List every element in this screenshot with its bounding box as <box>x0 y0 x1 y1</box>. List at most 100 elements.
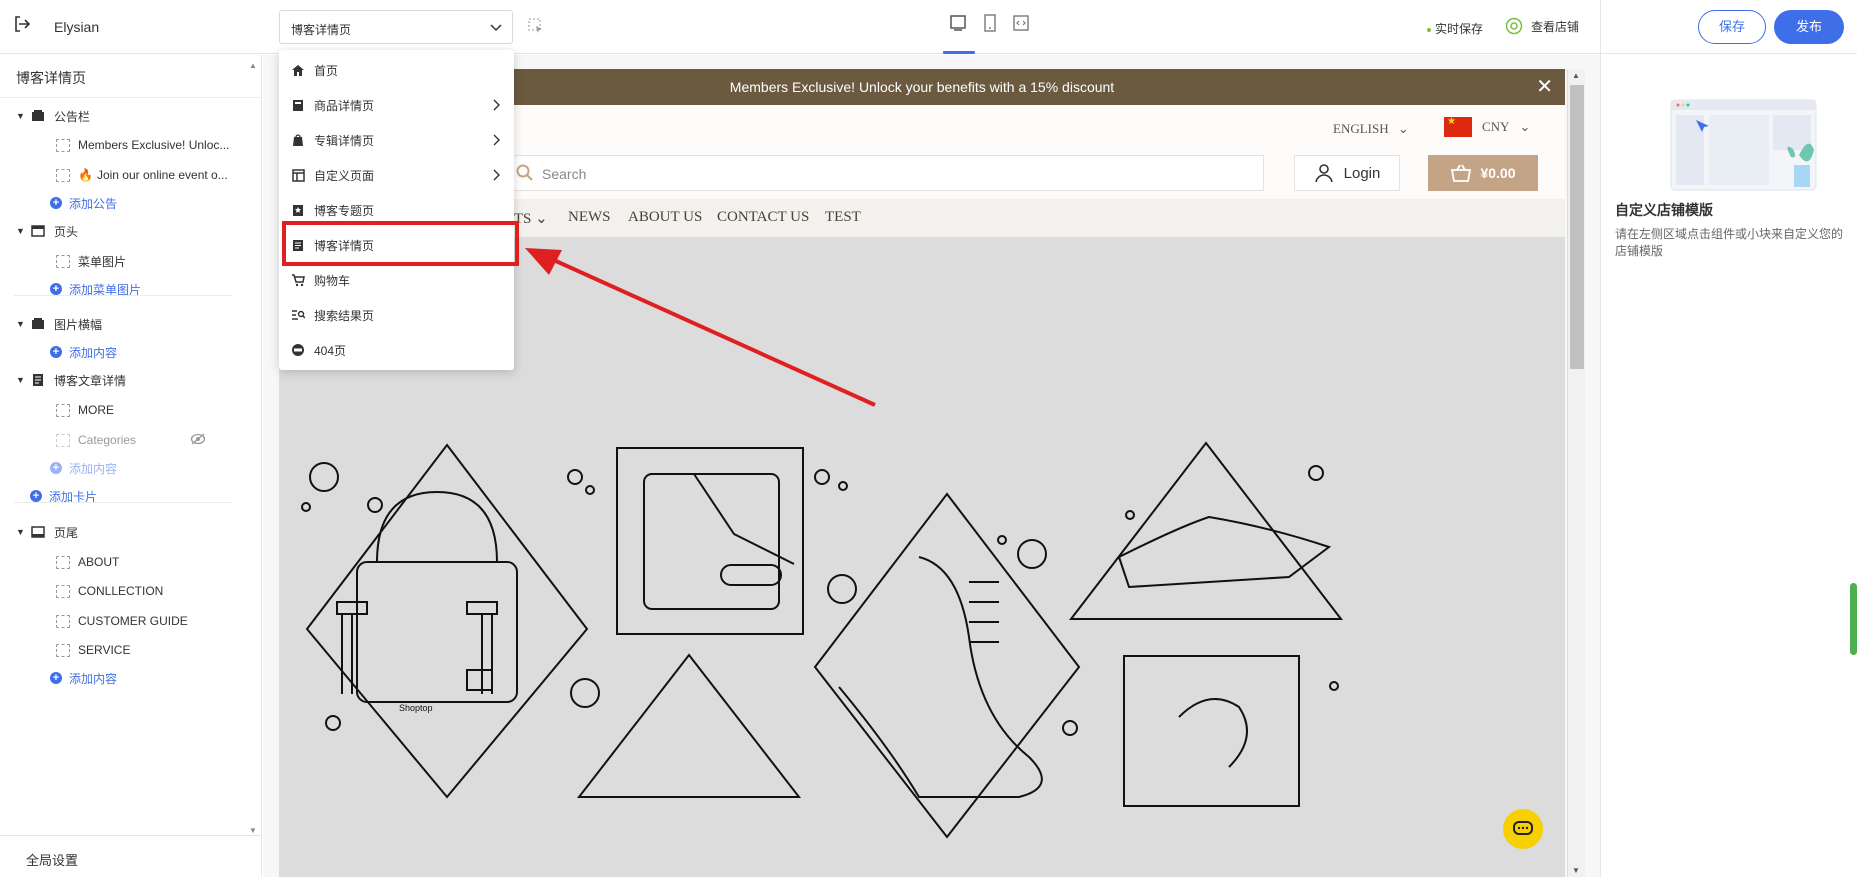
menu-item-search-results[interactable]: 搜索结果页 <box>279 300 514 330</box>
add-card-button[interactable]: + 添加卡片 <box>30 483 97 509</box>
scroll-down-icon[interactable]: ▼ <box>249 826 257 835</box>
chat-icon[interactable] <box>1503 809 1543 849</box>
add-label: 添加内容 <box>69 671 118 686</box>
element-select-icon[interactable] <box>528 18 544 37</box>
currency-label: CNY <box>1482 119 1510 134</box>
block-icon <box>56 643 70 657</box>
preview-scrollbar[interactable]: ▲ ▼ <box>1567 69 1585 877</box>
menu-item-album-detail[interactable]: 专辑详情页 <box>279 125 514 155</box>
menu-item-custom-page[interactable]: 自定义页面 <box>279 160 514 190</box>
desktop-view-icon[interactable] <box>943 13 975 54</box>
store-search-input[interactable]: Search <box>505 155 1264 191</box>
section-announcement[interactable]: ▼ 公告栏 <box>16 103 90 129</box>
blog-item-categories[interactable]: Categories <box>56 427 216 453</box>
nav-item-contact-us[interactable]: CONTACT US <box>717 209 809 226</box>
menu-item-product-detail[interactable]: 商品详情页 <box>279 90 514 120</box>
caret-down-icon[interactable]: ▼ <box>16 375 30 385</box>
caret-down-icon[interactable]: ▼ <box>16 226 30 236</box>
plus-icon: + <box>30 490 42 502</box>
divider <box>14 295 232 296</box>
tablet-view-icon[interactable] <box>980 13 1002 35</box>
view-store-link[interactable]: 查看店铺 <box>1505 17 1579 35</box>
scroll-down-icon[interactable]: ▼ <box>1572 866 1580 875</box>
page-selector-menu: 首页 商品详情页 专辑详情页 自定义页面 博客专题页 博客详情页 购物车 搜索结… <box>279 50 514 370</box>
global-settings-button[interactable]: 全局设置 <box>0 835 262 877</box>
page-selector-value: 博客详情页 <box>291 23 352 37</box>
currency-selector[interactable]: CNY ⌄ <box>1444 116 1530 137</box>
album-icon <box>290 133 306 147</box>
section-blog-article-detail[interactable]: ▼ 博客文章详情 <box>16 367 126 393</box>
chevron-down-icon <box>490 22 502 36</box>
block-icon <box>56 555 70 569</box>
item-label: Members Exclusive! Unloc... <box>78 138 230 152</box>
save-button[interactable]: 保存 <box>1698 10 1766 44</box>
nav-item-news[interactable]: NEWS <box>568 209 611 226</box>
nav-item-test[interactable]: TEST <box>825 209 861 226</box>
page-selector-dropdown[interactable]: 博客详情页 <box>279 10 513 44</box>
caret-down-icon[interactable]: ▼ <box>16 527 30 537</box>
top-toolbar: Elysian 博客详情页 实时保存 查看店铺 保存 发布 <box>0 0 1857 54</box>
scrollbar-thumb[interactable] <box>1570 85 1584 369</box>
plus-icon: + <box>50 672 62 684</box>
section-label: 图片横幅 <box>54 317 103 332</box>
announcement-item-2[interactable]: 🔥 Join our online event o... <box>56 162 228 188</box>
scroll-up-icon[interactable]: ▲ <box>249 61 257 70</box>
footer-item-customer-guide[interactable]: CUSTOMER GUIDE <box>56 608 188 634</box>
menu-item-label: 商品详情页 <box>314 98 375 113</box>
menu-item-label: 专辑详情页 <box>314 133 375 148</box>
footer-item-about[interactable]: ABOUT <box>56 549 119 575</box>
home-icon <box>290 63 306 77</box>
menu-item-label: 首页 <box>314 63 339 78</box>
add-blog-content-button[interactable]: + 添加内容 <box>50 455 117 481</box>
left-sidebar: 博客详情页 ▼ 公告栏 Members Exclusive! Unloc... … <box>0 55 262 877</box>
image-banner-icon <box>30 317 46 331</box>
caret-down-icon[interactable]: ▼ <box>16 111 30 121</box>
announcement-text: Members Exclusive! Unlock your benefits … <box>729 79 1115 95</box>
exit-icon[interactable] <box>12 14 32 34</box>
product-icon <box>290 98 306 112</box>
add-footer-content-button[interactable]: + 添加内容 <box>50 665 117 691</box>
footer-item-service[interactable]: SERVICE <box>56 637 130 663</box>
announcement-item-1[interactable]: Members Exclusive! Unloc... <box>56 132 229 158</box>
cart-button[interactable]: ¥0.00 <box>1428 155 1538 191</box>
blog-item-more[interactable]: MORE <box>56 397 114 423</box>
menu-item-label: 购物车 <box>314 273 351 288</box>
language-selector[interactable]: ENGLISH ⌄ <box>1333 121 1409 137</box>
section-image-banner[interactable]: ▼ 图片横幅 <box>16 311 102 337</box>
section-label: 博客文章详情 <box>54 373 127 388</box>
menu-item-404[interactable]: 404页 <box>279 335 514 365</box>
menu-item-cart[interactable]: 购物车 <box>279 265 514 295</box>
user-icon <box>1314 164 1333 183</box>
plus-icon: + <box>50 346 62 358</box>
404-icon <box>290 343 306 357</box>
close-icon[interactable]: ✕ <box>1536 69 1553 105</box>
nav-item-about-us[interactable]: ABOUT US <box>628 209 702 226</box>
fullscreen-view-icon[interactable] <box>1011 13 1033 35</box>
block-icon <box>56 168 70 182</box>
panel-title: 自定义店铺模版 <box>1615 202 1713 218</box>
add-banner-content-button[interactable]: + 添加内容 <box>50 339 117 365</box>
chevron-down-icon: ⌄ <box>535 211 548 227</box>
add-label: 添加公告 <box>69 196 118 211</box>
menu-item-home[interactable]: 首页 <box>279 55 514 85</box>
section-header[interactable]: ▼ 页头 <box>16 218 78 244</box>
block-icon <box>56 614 70 628</box>
publish-button[interactable]: 发布 <box>1774 10 1844 44</box>
app-title: Elysian <box>54 19 100 35</box>
chevron-right-icon <box>492 134 500 149</box>
menu-item-label: 自定义页面 <box>314 168 375 183</box>
eye-off-icon[interactable] <box>190 433 206 448</box>
header-item-menu-image[interactable]: 菜单图片 <box>56 248 126 274</box>
add-announcement-button[interactable]: + 添加公告 <box>50 190 117 216</box>
add-menu-image-button[interactable]: + 添加菜单图片 <box>50 276 141 302</box>
login-button[interactable]: Login <box>1294 155 1400 191</box>
side-handle[interactable] <box>1850 583 1857 655</box>
menu-item-label: 博客专题页 <box>314 203 375 218</box>
search-icon <box>516 164 534 185</box>
section-footer[interactable]: ▼ 页尾 <box>16 519 78 545</box>
scroll-up-icon[interactable]: ▲ <box>1572 71 1580 80</box>
caret-down-icon[interactable]: ▼ <box>16 319 30 329</box>
footer-item-collection[interactable]: CONLLECTION <box>56 578 163 604</box>
add-label: 添加内容 <box>69 461 118 476</box>
sidebar-scrollbar[interactable]: ▲ ▼ <box>248 55 258 835</box>
